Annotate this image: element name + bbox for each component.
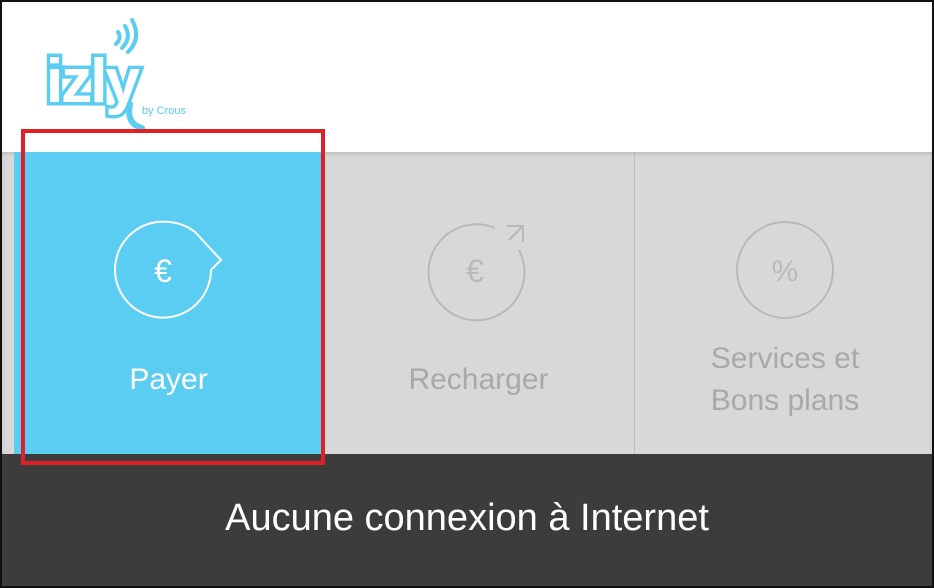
logo-wordmark-fill: izly <box>46 47 140 116</box>
svg-text:€: € <box>154 253 172 289</box>
euro-recharge-icon: € <box>427 223 525 322</box>
tile-recharger[interactable]: € Recharger <box>323 152 634 454</box>
tile-payer[interactable]: € Payer <box>14 152 323 454</box>
no-connection-message: Aucune connexion à Internet <box>225 497 709 539</box>
svg-text:€: € <box>466 253 484 289</box>
izly-logo: izly izly by Crous <box>43 18 187 131</box>
app-window: izly izly by Crous € Payer € Recharger %… <box>0 0 934 588</box>
connection-status-bar: Aucune connexion à Internet <box>2 454 932 586</box>
tile-services-label-line-2: Bons plans <box>710 384 860 417</box>
euro-pay-icon: € <box>113 220 222 319</box>
tile-services-label: Services et Bons plans <box>635 338 932 422</box>
svg-text:%: % <box>772 255 799 288</box>
logo-subtext: by Crous <box>142 105 187 117</box>
tile-services[interactable]: % Services et Bons plans <box>635 152 932 454</box>
percent-icon: % <box>736 221 834 319</box>
tile-services-label-line-1: Services et <box>710 342 860 375</box>
tile-payer-label: Payer <box>129 363 208 396</box>
tile-recharger-label: Recharger <box>408 363 549 396</box>
app-header: izly izly by Crous <box>2 2 932 152</box>
action-tiles: € Payer € Recharger % Services et Bons p… <box>2 152 932 454</box>
